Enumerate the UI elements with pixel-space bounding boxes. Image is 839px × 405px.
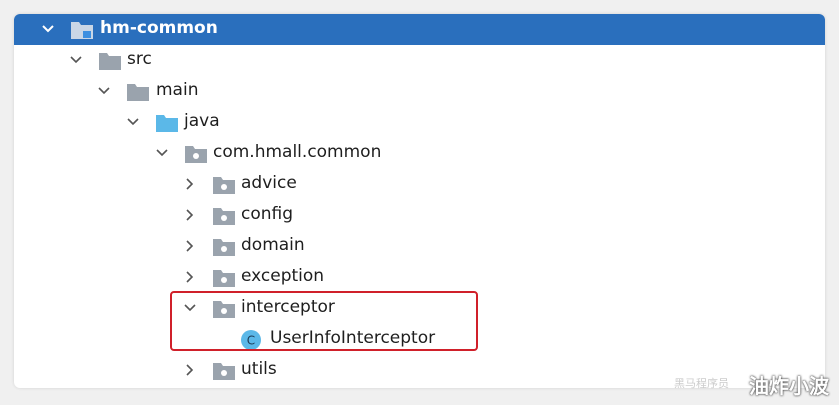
- package-icon: [185, 146, 207, 163]
- tree-node-label: java: [184, 111, 220, 131]
- tree-node-label: config: [241, 204, 294, 224]
- source-folder-icon: [156, 115, 178, 132]
- chevron-down-icon[interactable]: [40, 21, 56, 37]
- highlight-box: [170, 291, 478, 351]
- tree-node-label: domain: [241, 235, 305, 255]
- tree-node-advice[interactable]: advice: [14, 169, 825, 200]
- tree-node-config[interactable]: config: [14, 200, 825, 231]
- chevron-down-icon[interactable]: [96, 83, 112, 99]
- tree-node-label: utils: [241, 359, 277, 379]
- tree-node-label: exception: [241, 266, 325, 286]
- package-icon: [213, 208, 235, 225]
- tree-node-java[interactable]: java: [14, 107, 825, 138]
- folder-icon: [99, 53, 121, 70]
- tree-node-domain[interactable]: domain: [14, 231, 825, 262]
- chevron-right-icon[interactable]: [182, 207, 198, 223]
- watermark-small: 黑马程序员: [674, 377, 729, 390]
- tree-node-label: src: [127, 49, 152, 69]
- package-icon: [213, 177, 235, 194]
- module-folder-icon: [71, 22, 93, 39]
- tree-node-label: advice: [241, 173, 297, 193]
- tree-node-label: hm-common: [100, 18, 218, 38]
- tree-node-label: main: [156, 80, 199, 100]
- tree-node-com-hmall-common[interactable]: com.hmall.common: [14, 138, 825, 169]
- package-icon: [213, 270, 235, 287]
- package-icon: [213, 363, 235, 380]
- chevron-down-icon[interactable]: [154, 145, 170, 161]
- tree-node-hm-common[interactable]: hm-common: [14, 14, 825, 45]
- chevron-down-icon[interactable]: [125, 114, 141, 130]
- tree-node-src[interactable]: src: [14, 45, 825, 76]
- tree-node-exception[interactable]: exception: [14, 262, 825, 293]
- tree-node-label: com.hmall.common: [213, 142, 382, 162]
- chevron-right-icon[interactable]: [182, 362, 198, 378]
- chevron-right-icon[interactable]: [182, 238, 198, 254]
- tree-node-main[interactable]: main: [14, 76, 825, 107]
- chevron-right-icon[interactable]: [182, 269, 198, 285]
- chevron-down-icon[interactable]: [68, 52, 84, 68]
- watermark: 油炸小波: [749, 374, 829, 398]
- folder-icon: [127, 84, 149, 101]
- chevron-right-icon[interactable]: [182, 176, 198, 192]
- package-icon: [213, 239, 235, 256]
